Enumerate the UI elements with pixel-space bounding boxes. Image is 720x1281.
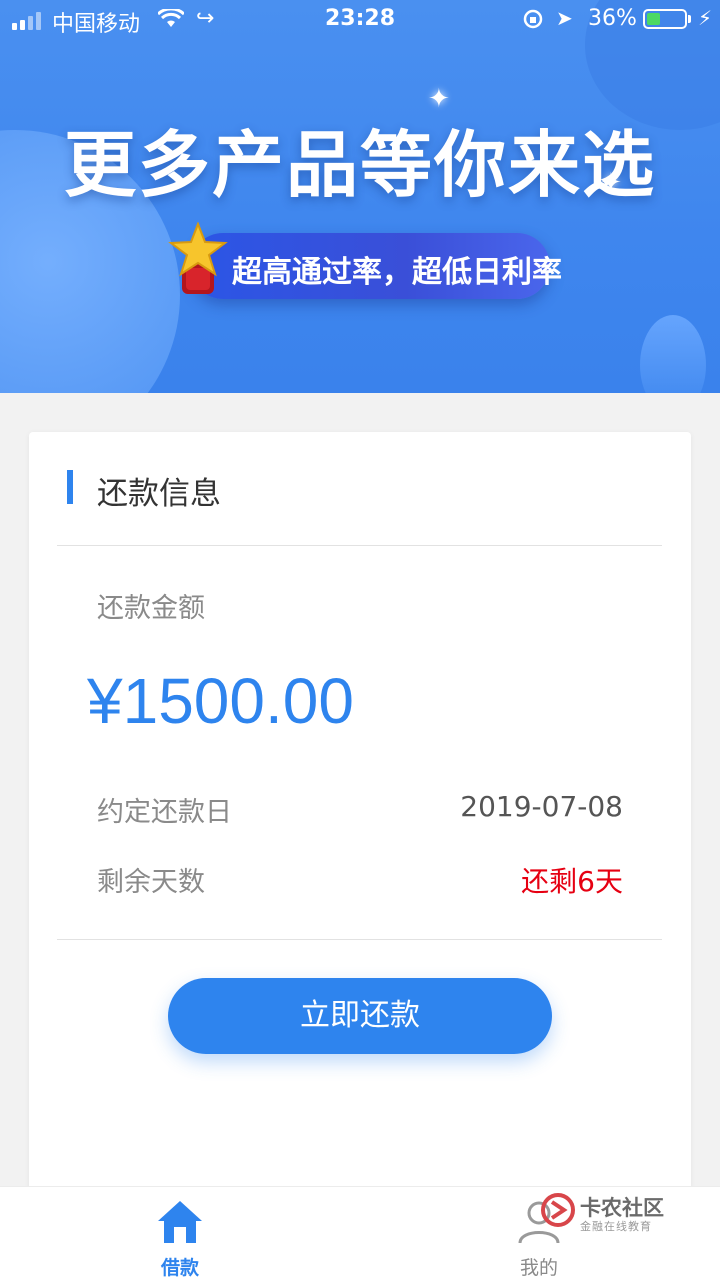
home-icon [158,1201,202,1243]
banner-tagline-pill: 超高通过率，超低日利率 [190,233,562,299]
watermark-subtext: 金融在线教育 [580,1220,652,1233]
battery-percent: 36% [588,6,637,31]
charging-bolt-icon: ⚡ [698,6,713,30]
rotation-lock-icon [523,9,543,29]
section-accent-bar [67,470,73,504]
divider [57,939,662,940]
section-title: 还款信息 [97,476,221,512]
divider [57,545,662,546]
battery-icon [643,9,691,29]
remaining-days-value: 还剩6天 [521,865,623,898]
remaining-days-label: 剩余天数 [97,867,205,898]
due-date-value: 2019-07-08 [460,790,623,823]
tab-mine-label: 我的 [519,1257,558,1279]
tab-borrow-label: 借款 [160,1257,199,1279]
star-badge-icon [168,222,228,294]
status-bar: 中国移动 ↪ 23:28 ➤ 36% ⚡ [0,0,720,40]
location-arrow-icon: ➤ [556,6,573,30]
repay-now-button[interactable]: 立即还款 [168,978,552,1054]
banner-decor-circle [640,315,706,393]
repayment-amount: ¥1500.00 [87,665,354,737]
watermark-logo-icon [541,1193,575,1227]
banner-tagline: 超高通过率，超低日利率 [232,255,562,290]
amount-label: 还款金额 [97,593,205,624]
due-date-label: 约定还款日 [97,797,232,828]
promo-banner[interactable]: 更多产品等你来选 ✦ ✦ 超高通过率，超低日利率 [0,0,720,393]
repayment-info-card: 还款信息 还款金额 ¥1500.00 约定还款日 2019-07-08 剩余天数… [29,432,691,1192]
watermark: 卡农社区 金融在线教育 [540,1190,680,1236]
sparkle-icon: ✦ [428,84,450,114]
sparkle-icon: ✦ [600,168,622,198]
tab-borrow[interactable]: 借款 [120,1187,240,1281]
